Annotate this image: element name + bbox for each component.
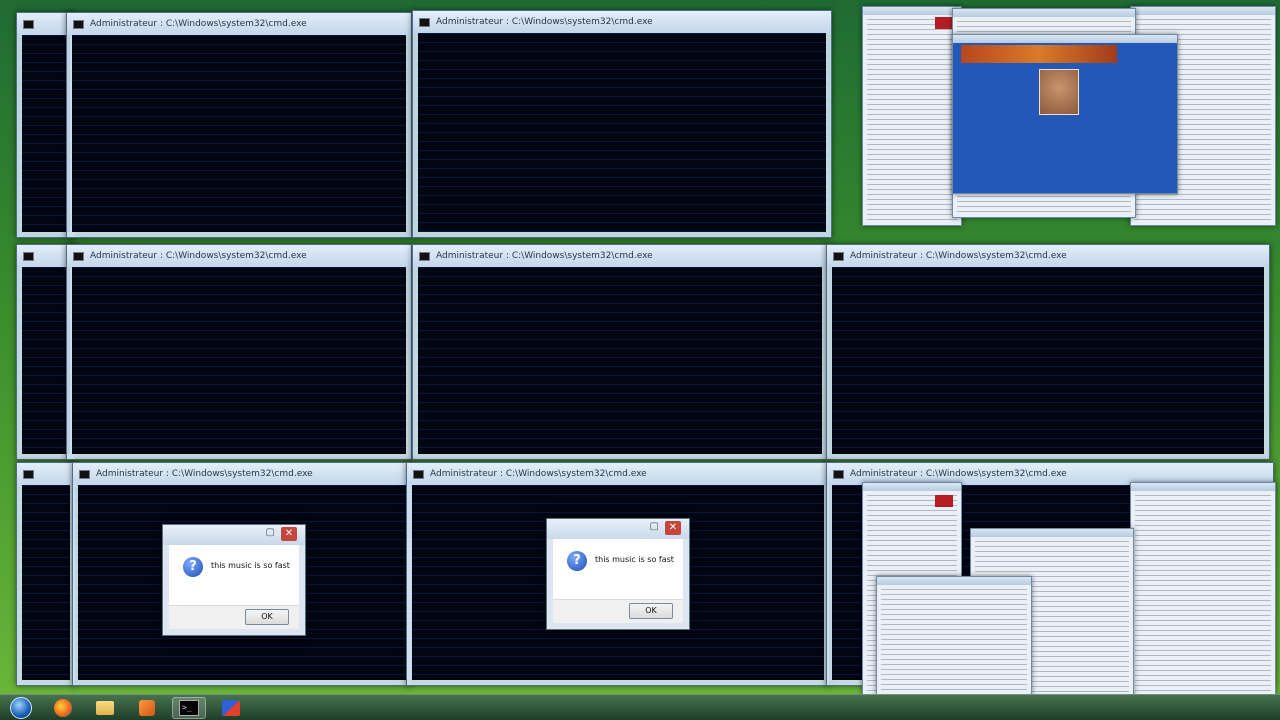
cmd-icon [73, 19, 84, 29]
start-orb-icon [10, 696, 32, 719]
taskbar-app[interactable] [214, 697, 248, 719]
cmd-window[interactable] [16, 462, 76, 686]
window-title-bar[interactable]: Administrateur : C:\Windows\system32\cmd… [67, 13, 411, 35]
console-area[interactable] [72, 35, 406, 232]
window-title-bar[interactable]: Administrateur : C:\Windows\system32\cmd… [407, 463, 829, 485]
ok-button[interactable]: OK [245, 609, 289, 625]
button-area: OK [553, 599, 683, 623]
cmd-icon [23, 251, 34, 261]
window-thumbnail[interactable] [1130, 482, 1276, 694]
console-area[interactable] [418, 33, 826, 232]
cmd-icon [23, 469, 34, 479]
message-box-title-bar[interactable]: ▢ ✕ [547, 519, 689, 539]
app-tool-icon [222, 699, 240, 716]
desktop: Administrateur : C:\Windows\system32\cmd… [0, 0, 1280, 694]
cmd-icon [73, 251, 84, 261]
media-player-icon [139, 699, 155, 716]
maximize-icon[interactable]: ▢ [650, 521, 659, 532]
window-title: Administrateur : C:\Windows\system32\cmd… [96, 469, 313, 479]
window-title-bar[interactable]: Administrateur : C:\Windows\system32\cmd… [827, 245, 1269, 267]
console-area[interactable] [832, 267, 1264, 454]
window-title: Administrateur : C:\Windows\system32\cmd… [90, 19, 307, 29]
cmd-icon [413, 469, 424, 479]
app-badge-icon [935, 17, 953, 29]
start-button[interactable] [4, 696, 38, 719]
cmd-icon: >_ [179, 699, 199, 716]
window-title-bar[interactable]: Administrateur : C:\Windows\system32\cmd… [413, 11, 831, 33]
thumbnail-title-bar [1131, 483, 1275, 491]
window-thumbnail[interactable] [876, 576, 1032, 694]
taskbar-cmd[interactable]: >_ [172, 696, 206, 719]
close-button[interactable]: ✕ [665, 521, 681, 535]
thumbnail-title-bar [953, 35, 1177, 43]
cmd-icon [833, 469, 844, 479]
cmd-window[interactable]: Administrateur : C:\Windows\system32\cmd… [412, 244, 828, 460]
window-title: Administrateur : C:\Windows\system32\cmd… [436, 17, 653, 27]
message-box-body: ? this music is so fast OK [553, 539, 683, 623]
question-icon: ? [567, 551, 587, 571]
cmd-icon [419, 17, 430, 27]
thumbnail-title-bar [863, 483, 961, 491]
message-box-body: ? this music is so fast OK [169, 545, 299, 629]
thumbnail-content [881, 589, 1027, 691]
message-box[interactable]: ▢ ✕ ? this music is so fast OK [546, 518, 690, 630]
window-title: Administrateur : C:\Windows\system32\cmd… [850, 251, 1067, 261]
console-area[interactable] [22, 35, 70, 232]
firefox-icon [54, 698, 72, 717]
app-badge-icon [935, 495, 953, 507]
window-title: Administrateur : C:\Windows\system32\cmd… [436, 251, 653, 261]
taskbar-firefox[interactable] [46, 697, 80, 719]
console-area[interactable] [418, 267, 822, 454]
window-title: Administrateur : C:\Windows\system32\cmd… [90, 251, 307, 261]
message-box[interactable]: ▢ ✕ ? this music is so fast OK [162, 524, 306, 636]
thumbnail-title-bar [971, 529, 1133, 537]
cmd-icon [419, 251, 430, 261]
taskbar-media-player[interactable] [130, 697, 164, 719]
window-title-bar[interactable]: Administrateur : C:\Windows\system32\cmd… [67, 245, 411, 267]
website-thumbnail[interactable] [952, 34, 1178, 194]
cmd-icon [833, 251, 844, 261]
window-title-bar[interactable]: Administrateur : C:\Windows\system32\cmd… [73, 463, 411, 485]
artwork-image [1039, 69, 1079, 115]
window-title-bar[interactable]: Administrateur : C:\Windows\system32\cmd… [413, 245, 827, 267]
console-area[interactable] [22, 267, 70, 454]
question-icon: ? [183, 557, 203, 577]
taskbar-explorer[interactable] [88, 697, 122, 719]
thumbnail-title-bar [1131, 7, 1275, 15]
taskbar: >_ [0, 694, 1280, 720]
explorer-folder-icon [96, 700, 114, 715]
cmd-icon [79, 469, 90, 479]
message-text: this music is so fast [595, 555, 674, 564]
thumbnail-title-bar [863, 7, 961, 15]
button-area: OK [169, 605, 299, 629]
cmd-window[interactable]: Administrateur : C:\Windows\system32\cmd… [66, 12, 412, 238]
window-thumbnail[interactable] [862, 6, 962, 226]
message-text: this music is so fast [211, 561, 290, 570]
cmd-window[interactable]: Administrateur : C:\Windows\system32\cmd… [412, 10, 832, 238]
close-button[interactable]: ✕ [281, 527, 297, 541]
message-box-title-bar[interactable]: ▢ ✕ [163, 525, 305, 545]
cmd-icon [23, 19, 34, 29]
maximize-icon[interactable]: ▢ [266, 527, 275, 538]
thumbnail-content [1135, 495, 1271, 694]
window-title: Administrateur : C:\Windows\system32\cmd… [430, 469, 647, 479]
ok-button[interactable]: OK [629, 603, 673, 619]
banner-image [961, 45, 1117, 63]
console-area[interactable] [22, 485, 70, 680]
thumbnail-content [867, 19, 957, 221]
cmd-window[interactable]: Administrateur : C:\Windows\system32\cmd… [66, 244, 412, 460]
thumbnail-title-bar [953, 9, 1135, 17]
window-title-bar[interactable] [17, 463, 75, 485]
window-title: Administrateur : C:\Windows\system32\cmd… [850, 469, 1067, 479]
thumbnail-title-bar [877, 577, 1031, 585]
cmd-window[interactable]: Administrateur : C:\Windows\system32\cmd… [826, 244, 1270, 460]
console-area[interactable] [72, 267, 406, 454]
